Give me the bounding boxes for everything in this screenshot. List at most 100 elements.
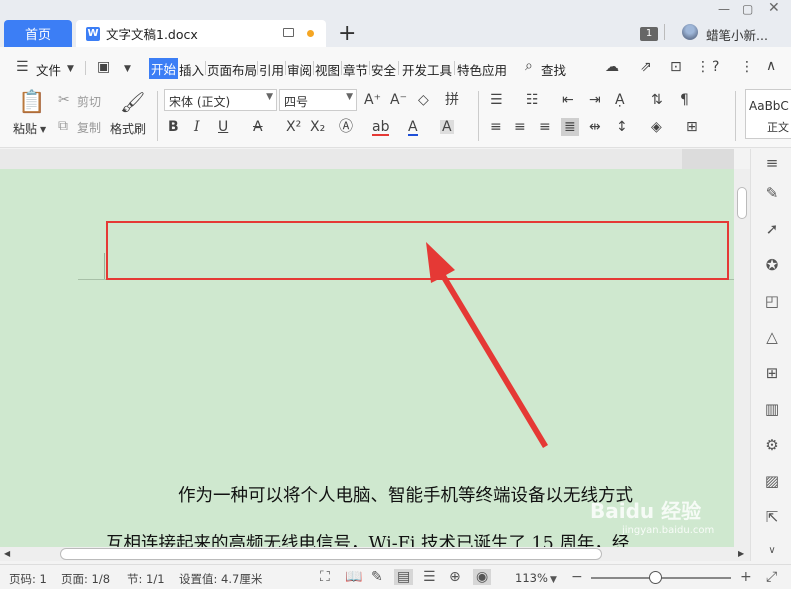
copy-icon[interactable]: ⧉: [58, 119, 68, 133]
align-left-icon[interactable]: ≡: [490, 120, 502, 134]
save-icon[interactable]: ▣: [97, 60, 110, 74]
window-count-badge[interactable]: 1: [640, 27, 658, 41]
image-icon[interactable]: ▨: [764, 473, 780, 489]
panel-chevron-down-icon[interactable]: ∨: [764, 543, 780, 559]
adjust-settings-icon[interactable]: ⚙: [764, 437, 780, 453]
shading-icon[interactable]: ◈: [651, 120, 662, 134]
horizontal-scrollbar[interactable]: ◀ ▶: [0, 547, 750, 561]
new-tab-button[interactable]: +: [338, 20, 356, 47]
subscript-icon[interactable]: X₂: [310, 120, 325, 134]
text-direction-icon[interactable]: Ạ: [615, 93, 625, 107]
menu-chapter[interactable]: 章节: [343, 60, 368, 79]
status-page-number[interactable]: 页码: 1: [9, 571, 47, 587]
apps-grid-icon[interactable]: ⊞: [764, 365, 780, 381]
italic-icon[interactable]: I: [194, 120, 200, 134]
search-icon[interactable]: ⌕: [525, 59, 533, 73]
increase-indent-icon[interactable]: ⇥: [589, 93, 601, 107]
more-icon[interactable]: ⋮: [696, 60, 710, 74]
align-right-icon[interactable]: ≡: [539, 120, 551, 134]
copy-button[interactable]: 复制: [77, 119, 101, 136]
zoom-chevron-icon[interactable]: ▼: [550, 572, 557, 588]
chart-icon[interactable]: ▥: [764, 401, 780, 417]
vertical-scrollbar[interactable]: [734, 169, 750, 547]
show-marks-icon[interactable]: ¶: [680, 93, 689, 107]
format-painter-icon[interactable]: 🖌: [120, 92, 145, 112]
superscript-icon[interactable]: X²: [286, 120, 301, 134]
vertical-scroll-thumb[interactable]: [737, 187, 747, 219]
shapes-icon[interactable]: ◰: [764, 293, 780, 309]
status-section[interactable]: 节: 1/1: [127, 571, 165, 587]
hamburger-menu-icon[interactable]: ☰: [16, 60, 29, 74]
panel-menu-icon[interactable]: ≡: [764, 155, 780, 171]
menu-review[interactable]: 审阅: [287, 60, 312, 79]
line-spacing-icon[interactable]: ↕: [616, 120, 628, 134]
status-page-count[interactable]: 页面: 1/8: [61, 571, 110, 587]
numbered-list-icon[interactable]: ☷: [526, 93, 539, 107]
outline-view-icon[interactable]: ☰: [423, 569, 436, 585]
fit-window-icon[interactable]: ⤢: [766, 569, 777, 585]
paste-button[interactable]: 粘贴: [13, 120, 37, 137]
shrink-font-icon[interactable]: A⁻: [390, 93, 407, 107]
select-cursor-icon[interactable]: ➚: [764, 221, 780, 237]
fullscreen-icon[interactable]: ⛶: [320, 569, 330, 585]
distribute-icon[interactable]: ⇹: [589, 120, 601, 134]
page-view-icon[interactable]: ▤: [394, 569, 414, 585]
help-icon[interactable]: ?: [712, 60, 719, 74]
cut-button[interactable]: 剪切: [77, 93, 101, 110]
bold-icon[interactable]: B: [168, 120, 179, 134]
format-painter-button[interactable]: 格式刷: [110, 120, 146, 137]
menu-home[interactable]: 开始: [149, 58, 179, 79]
underline-icon[interactable]: U: [218, 120, 228, 134]
align-center-icon[interactable]: ≡: [514, 120, 526, 134]
cloud-sync-icon[interactable]: ☁: [605, 60, 619, 74]
menu-insert[interactable]: 插入: [179, 60, 204, 79]
menu-security[interactable]: 安全: [371, 60, 396, 79]
font-name-select[interactable]: 宋体 (正文) ▼: [164, 89, 277, 111]
zoom-in-icon[interactable]: +: [740, 569, 752, 585]
document-page[interactable]: 作为一种可以将个人电脑、智能手机等终端设备以无线方式 互相连接起来的高频无线电信…: [0, 169, 734, 547]
minimize-icon[interactable]: —: [718, 2, 730, 16]
bullet-list-icon[interactable]: ☰: [490, 93, 503, 107]
read-mode-icon[interactable]: 📖: [345, 569, 362, 585]
decrease-indent-icon[interactable]: ⇤: [562, 93, 574, 107]
justify-icon[interactable]: ≣: [561, 118, 579, 136]
grow-font-icon[interactable]: A⁺: [364, 93, 381, 107]
zoom-out-icon[interactable]: −: [571, 569, 583, 585]
collapse-ribbon-icon[interactable]: ∧: [766, 59, 776, 73]
font-size-select[interactable]: 四号 ▼: [279, 89, 357, 111]
cut-icon[interactable]: ✂: [58, 93, 70, 107]
share-out-icon[interactable]: ⇱: [764, 509, 780, 525]
username[interactable]: 蜡笔小新...: [706, 25, 768, 44]
close-icon[interactable]: ✕: [768, 0, 780, 16]
monitor-icon[interactable]: [283, 28, 294, 37]
menu-special[interactable]: 特色应用: [457, 60, 507, 79]
menu-view[interactable]: 视图: [315, 60, 340, 79]
pinyin-guide-icon[interactable]: 拼: [445, 93, 459, 107]
status-setting-value[interactable]: 设置值: 4.7厘米: [179, 571, 262, 587]
eye-protection-icon[interactable]: ◉: [473, 569, 492, 585]
highlight-icon[interactable]: ab: [372, 120, 390, 136]
char-shading-icon[interactable]: A: [440, 120, 454, 134]
maximize-icon[interactable]: ▢: [742, 2, 753, 16]
tab-document[interactable]: W 文字文稿1.docx: [76, 20, 326, 47]
web-view-icon[interactable]: ⊕: [449, 569, 461, 585]
strikethrough-icon[interactable]: A: [253, 120, 263, 134]
borders-icon[interactable]: ⊞: [686, 120, 698, 134]
chevron-down-icon[interactable]: ▼: [67, 62, 74, 76]
menu-page-layout[interactable]: 页面布局: [207, 60, 257, 79]
paste-chevron-icon[interactable]: ▼: [40, 123, 46, 137]
zoom-value[interactable]: 113%: [515, 571, 548, 585]
sort-icon[interactable]: ⇅: [651, 93, 663, 107]
clear-format-icon[interactable]: ◇: [418, 93, 429, 107]
navigation-icon[interactable]: △: [764, 329, 780, 345]
export-icon[interactable]: ⊡: [670, 60, 682, 74]
scroll-left-icon[interactable]: ◀: [4, 547, 10, 561]
zoom-slider-knob[interactable]: [649, 571, 663, 584]
scroll-right-icon[interactable]: ▶: [738, 547, 744, 561]
stamp-icon[interactable]: ✪: [764, 257, 780, 273]
edit-pen-icon[interactable]: ✎: [371, 569, 383, 585]
menu-file[interactable]: 文件: [36, 60, 61, 79]
menu-developer[interactable]: 开发工具: [402, 60, 452, 79]
text-effect-icon[interactable]: Ⓐ: [339, 120, 353, 134]
style-gallery[interactable]: AaBbC 正文: [745, 89, 791, 139]
